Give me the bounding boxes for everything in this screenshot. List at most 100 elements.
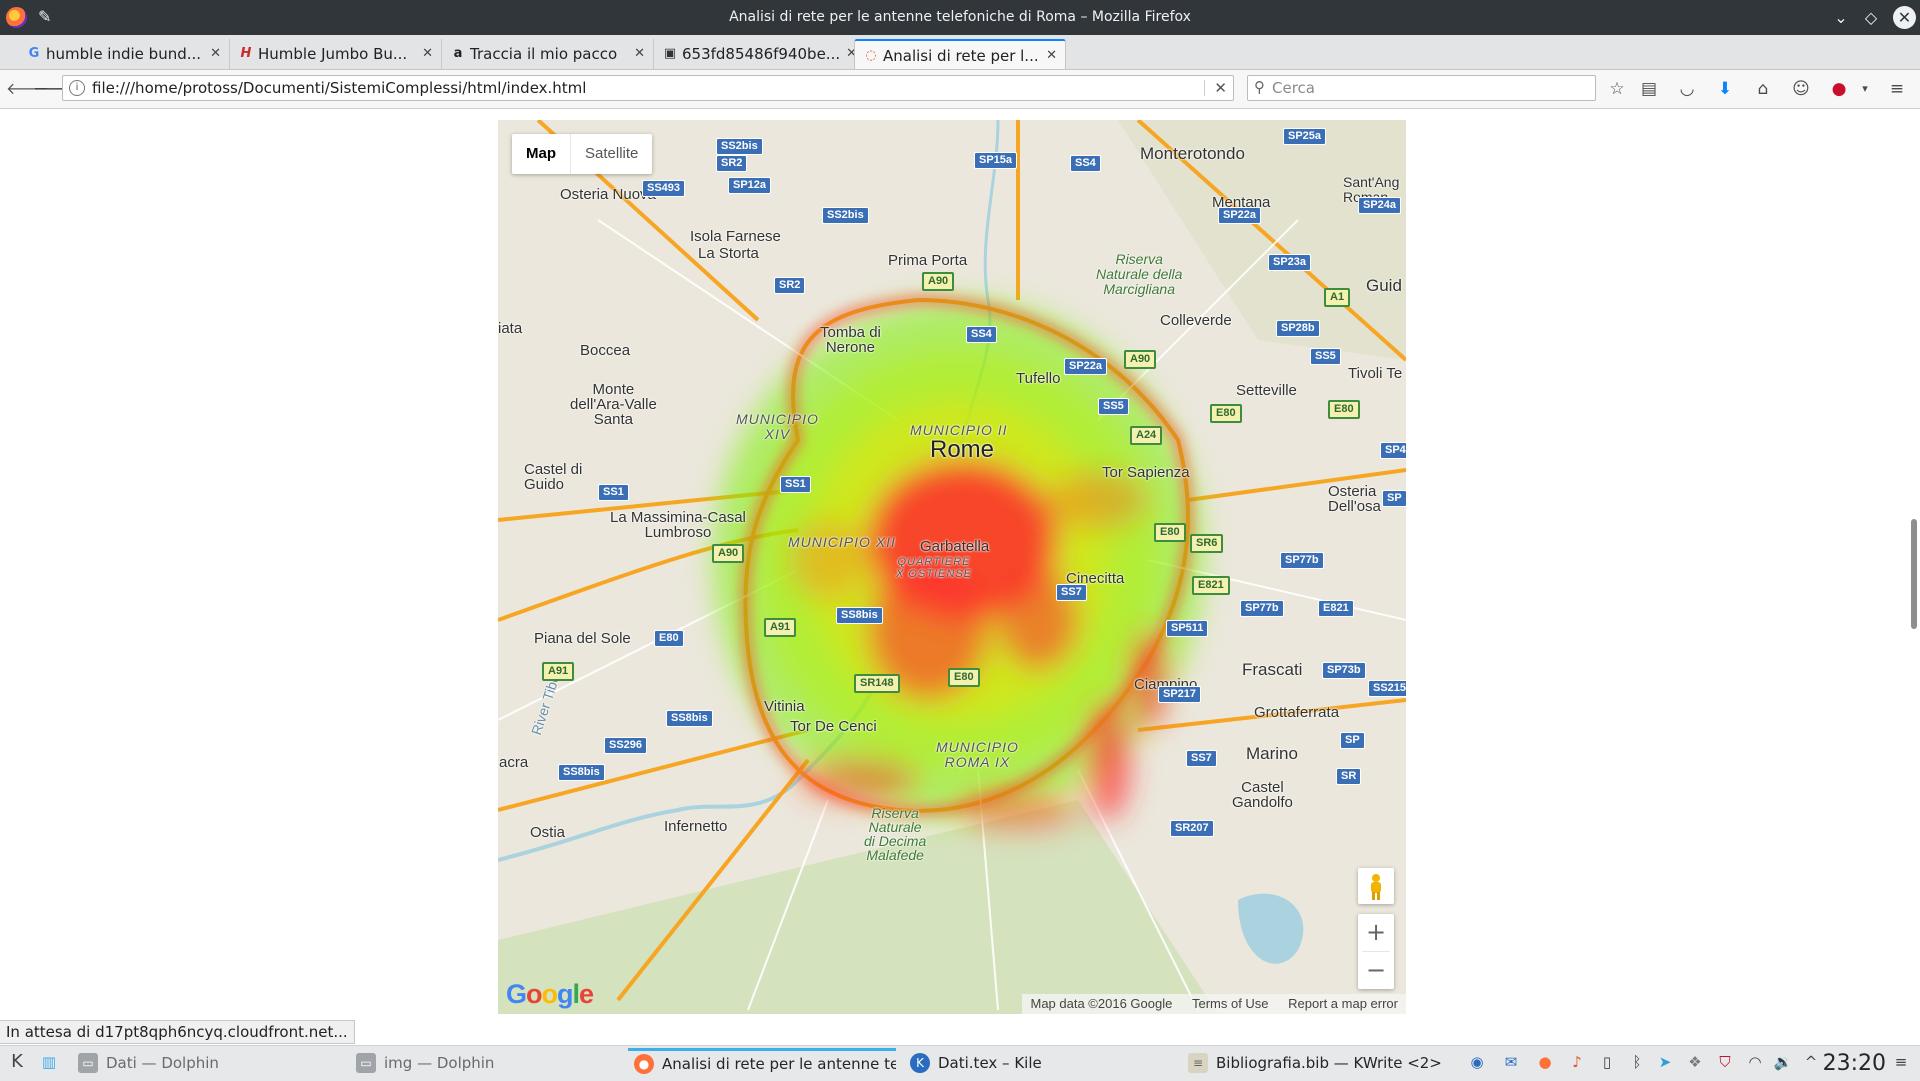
tab-close-icon[interactable]: ✕ bbox=[1046, 41, 1057, 69]
status-bar: In attesa di d17pt8qph6ncyq.cloudfront.n… bbox=[0, 1020, 355, 1044]
map-label: Tomba di Nerone bbox=[820, 324, 881, 356]
road-shield: E80 bbox=[654, 630, 684, 647]
map-label: Tivoli Te bbox=[1348, 365, 1403, 382]
road-shield: SS4 bbox=[1070, 155, 1101, 172]
telegram-icon[interactable]: ➤ bbox=[1654, 1051, 1676, 1073]
task-img-dolphin[interactable]: ▭ img — Dolphin bbox=[350, 1048, 620, 1079]
bluetooth-icon[interactable]: ᛒ bbox=[1626, 1051, 1648, 1073]
tab-close-icon[interactable]: ✕ bbox=[422, 39, 433, 69]
map-attribution: Map data ©2016 Google Terms of Use Repor… bbox=[1022, 994, 1406, 1014]
tab-label: Humble Jumbo Bu... bbox=[258, 45, 408, 63]
task-label: Dati.tex – Kile bbox=[938, 1054, 1042, 1072]
map-label: Piana del Sole bbox=[534, 630, 631, 647]
task-kwrite[interactable]: ≡ Bibliografia.bib — KWrite <2> bbox=[1182, 1048, 1452, 1079]
pager-icon[interactable]: ▥ bbox=[38, 1051, 60, 1073]
task-firefox[interactable]: ● Analisi di rete per le antenne telefon… bbox=[628, 1048, 896, 1079]
reading-list-icon[interactable]: ▤ bbox=[1636, 76, 1662, 102]
task-kile[interactable]: K Dati.tex – Kile bbox=[904, 1048, 1174, 1079]
road-shield: E80 bbox=[1154, 523, 1186, 542]
road-shield: SS2bis bbox=[716, 138, 763, 155]
road-shield: SP217 bbox=[1158, 686, 1202, 703]
clock[interactable]: 23:20 bbox=[1823, 1046, 1886, 1081]
road-shield: SP73b bbox=[1322, 662, 1366, 679]
folder-icon: ▭ bbox=[78, 1053, 98, 1073]
terms-of-use-link[interactable]: Terms of Use bbox=[1192, 996, 1269, 1011]
road-shield: SR bbox=[1336, 768, 1362, 785]
map-label: MUNICIPIO XII bbox=[788, 534, 896, 550]
clipboard-icon[interactable]: ▯ bbox=[1596, 1051, 1618, 1073]
task-dati-dolphin[interactable]: ▭ Dati — Dolphin bbox=[72, 1048, 342, 1079]
maximize-icon[interactable]: ◇ bbox=[1856, 0, 1886, 35]
google-logo[interactable]: Google bbox=[506, 979, 594, 1010]
scrollbar-thumb[interactable] bbox=[1911, 519, 1917, 629]
zoom-in-button[interactable]: + bbox=[1358, 914, 1394, 951]
google-icon: G bbox=[28, 46, 40, 61]
road-shield: A90 bbox=[712, 544, 745, 563]
map-label: La Storta bbox=[698, 245, 759, 262]
forward-button[interactable]: 🡒 bbox=[33, 76, 76, 102]
report-map-error-link[interactable]: Report a map error bbox=[1288, 996, 1398, 1011]
search-placeholder: Cerca bbox=[1272, 79, 1315, 97]
folder-icon: ▭ bbox=[356, 1053, 376, 1073]
tab-label: Analisi di rete per l... bbox=[883, 47, 1039, 65]
menu-hamburger-icon[interactable]: ≡ bbox=[1884, 76, 1910, 102]
window-close-button[interactable]: ✕ bbox=[1893, 6, 1916, 29]
map-label: Castel di Guido bbox=[524, 461, 583, 493]
tab-close-icon[interactable]: ✕ bbox=[210, 39, 221, 69]
panel-options-icon[interactable]: ≡ bbox=[1890, 1051, 1912, 1073]
heatmap-map[interactable]: Map Satellite Rome Monterotondo Osteria N… bbox=[498, 120, 1406, 1014]
tray-expand-icon[interactable]: ^ bbox=[1800, 1051, 1822, 1073]
mail-icon[interactable]: ✉ bbox=[1500, 1051, 1522, 1073]
bookmark-star-icon[interactable]: ☆ bbox=[1604, 76, 1630, 102]
chat-icon[interactable]: ☺ bbox=[1788, 76, 1814, 102]
page-scrollbar[interactable] bbox=[1906, 109, 1920, 1045]
wifi-icon[interactable]: ◠ bbox=[1744, 1051, 1766, 1073]
road-shield: SR207 bbox=[1170, 820, 1214, 837]
tab-humble-jumbo[interactable]: H Humble Jumbo Bu... ✕ bbox=[230, 39, 442, 69]
firefox-tray-icon[interactable]: ● bbox=[1534, 1051, 1556, 1073]
stop-icon[interactable]: ✕ bbox=[1214, 76, 1227, 100]
road-shield: SS296 bbox=[604, 737, 648, 754]
tab-humble-indie[interactable]: G humble indie bund... ✕ bbox=[18, 39, 230, 69]
pocket-icon[interactable]: ◡ bbox=[1674, 76, 1700, 102]
url-bar[interactable]: i file:///home/protoss/Documenti/Sistemi… bbox=[62, 75, 1234, 101]
adblock-dropdown-icon[interactable]: ▾ bbox=[1852, 76, 1878, 102]
tab-hash[interactable]: ▣ 653fd85486f940be... ✕ bbox=[654, 39, 866, 69]
road-shield: E80 bbox=[948, 668, 980, 687]
map-type-control: Map Satellite bbox=[512, 134, 653, 174]
tab-strip: G humble indie bund... ✕ H Humble Jumbo … bbox=[0, 35, 1920, 100]
url-text[interactable]: file:///home/protoss/Documenti/SistemiCo… bbox=[92, 76, 586, 100]
search-input[interactable]: ⚲ Cerca bbox=[1247, 75, 1596, 101]
task-label: img — Dolphin bbox=[384, 1054, 495, 1072]
update-shield-icon[interactable]: ⛉ bbox=[1714, 1051, 1736, 1073]
map-label: MUNICIPIO II bbox=[910, 422, 1008, 438]
tab-analisi[interactable]: ◌ Analisi di rete per l... ✕ bbox=[854, 39, 1066, 69]
street-view-pegman-button[interactable] bbox=[1358, 868, 1394, 904]
road-shield: A1 bbox=[1324, 288, 1351, 307]
tab-close-icon[interactable]: ✕ bbox=[634, 39, 645, 69]
download-icon[interactable]: ⬇ bbox=[1712, 76, 1738, 102]
map-type-satellite-button[interactable]: Satellite bbox=[571, 134, 652, 174]
home-icon[interactable]: ⌂ bbox=[1750, 76, 1776, 102]
back-button[interactable]: 🡐 bbox=[6, 76, 49, 102]
application-launcher-icon[interactable]: K bbox=[6, 1051, 28, 1073]
tab-label: Traccia il mio pacco bbox=[470, 45, 618, 63]
map-label-rome: Rome bbox=[930, 436, 995, 463]
road-shield: SP24a bbox=[1358, 197, 1402, 214]
road-shield: SS2bis bbox=[822, 207, 869, 224]
network-manager-icon[interactable]: ◉ bbox=[1466, 1051, 1488, 1073]
volume-icon[interactable]: 🔉 bbox=[1772, 1051, 1794, 1073]
tab-traccia[interactable]: a Traccia il mio pacco ✕ bbox=[442, 39, 654, 69]
map-label: iata bbox=[498, 320, 523, 337]
zoom-out-button[interactable]: − bbox=[1358, 952, 1394, 989]
dropbox-icon[interactable]: ❖ bbox=[1684, 1051, 1706, 1073]
site-info-icon[interactable]: i bbox=[69, 80, 85, 96]
adblock-icon[interactable]: ● bbox=[1826, 76, 1852, 102]
notification-icon[interactable]: ♪ bbox=[1566, 1051, 1588, 1073]
kile-icon: K bbox=[910, 1053, 930, 1073]
minimize-icon[interactable]: ⌄ bbox=[1826, 0, 1856, 35]
map-label: Boccea bbox=[580, 342, 631, 359]
map-type-map-button[interactable]: Map bbox=[512, 134, 571, 174]
map-label: Vitinia bbox=[764, 698, 805, 715]
map-label: acra bbox=[499, 754, 529, 771]
